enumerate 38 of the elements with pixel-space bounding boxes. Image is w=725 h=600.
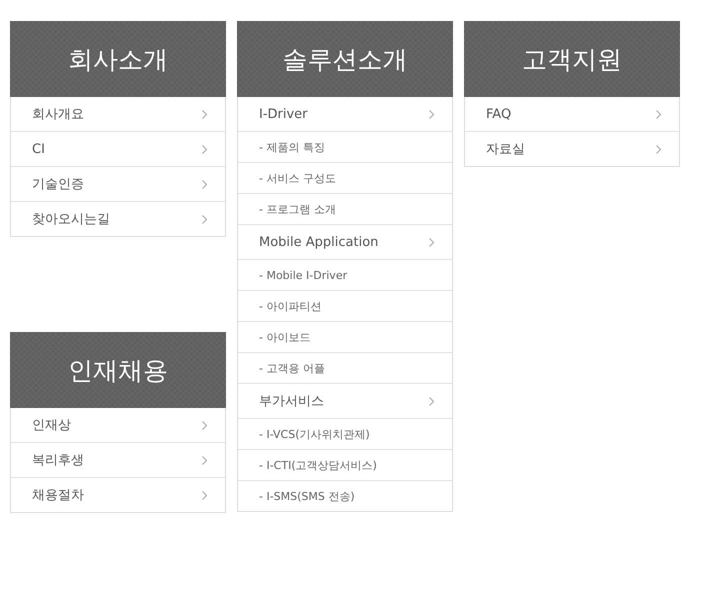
chevron-right-icon [202, 110, 207, 118]
submenu-item[interactable]: - I-CTI(고객상담서비스) [238, 449, 452, 480]
menu-item[interactable]: CI [11, 131, 225, 166]
menu-header: 고객지원 [464, 21, 680, 97]
menu-item[interactable]: Mobile Application [238, 224, 452, 259]
submenu-item[interactable]: - 아이파티션 [238, 290, 452, 321]
menu-header: 인재채용 [10, 332, 226, 408]
chevron-right-icon [429, 110, 434, 118]
chevron-right-icon [202, 456, 207, 464]
menu-item[interactable]: 찾아오시는길 [11, 201, 225, 236]
menu-item[interactable]: 기술인증 [11, 166, 225, 201]
submenu-item[interactable]: - 서비스 구성도 [238, 162, 452, 193]
chevron-right-icon [202, 180, 207, 188]
submenu-item[interactable]: - I-VCS(기사위치관제) [238, 418, 452, 449]
chevron-right-icon [202, 214, 207, 224]
menu-header: 회사소개 [10, 21, 226, 97]
submenu-item[interactable]: - 제품의 특징 [238, 131, 452, 162]
menu-item[interactable]: 회사개요 [11, 97, 225, 131]
chevron-right-icon [656, 110, 661, 118]
chevron-right-icon [429, 238, 434, 246]
chevron-right-icon [202, 144, 207, 154]
menu-item[interactable]: 부가서비스 [238, 383, 452, 418]
menu-item[interactable]: FAQ [465, 97, 679, 131]
submenu-item[interactable]: - 아이보드 [238, 321, 452, 352]
submenu-item[interactable]: - I-SMS(SMS 전송) [238, 480, 452, 511]
menu-item[interactable]: 채용절차 [11, 477, 225, 512]
submenu-item[interactable]: - 고객용 어플 [238, 352, 452, 383]
menu-item[interactable]: I-Driver [238, 97, 452, 131]
submenu-item[interactable]: - Mobile I-Driver [238, 259, 452, 290]
menu-item[interactable]: 자료실 [465, 131, 679, 166]
menu-item[interactable]: 복리후생 [11, 442, 225, 477]
menu-item[interactable]: 인재상 [11, 408, 225, 442]
menu-header: 솔루션소개 [237, 21, 453, 97]
chevron-right-icon [656, 144, 661, 154]
chevron-right-icon [429, 396, 434, 406]
submenu-item[interactable]: - 프로그램 소개 [238, 193, 452, 224]
chevron-right-icon [202, 420, 207, 430]
chevron-right-icon [202, 490, 207, 500]
